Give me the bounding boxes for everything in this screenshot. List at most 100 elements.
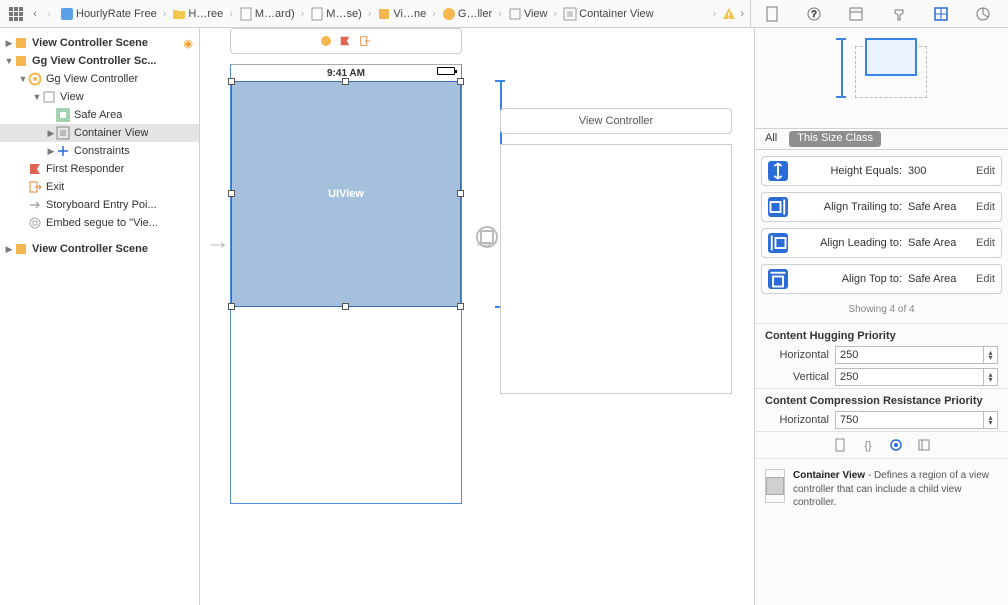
help-inspector-tab[interactable]: ? — [806, 6, 822, 22]
hugging-section-title: Content Hugging Priority — [755, 323, 1008, 344]
svg-text:?: ? — [812, 9, 817, 19]
folder-icon — [172, 7, 186, 21]
file-template-tab[interactable] — [833, 438, 847, 452]
container-view-icon — [56, 126, 70, 140]
compression-horizontal-row: Horizontal 750▴▾ — [755, 409, 1008, 431]
breadcrumb-2[interactable]: M…ard) — [235, 7, 299, 21]
identity-inspector-tab[interactable] — [848, 6, 864, 22]
top-constraint-icon — [768, 269, 788, 289]
tab-this-size-class[interactable]: This Size Class — [789, 131, 881, 147]
storyboard-icon — [239, 7, 253, 21]
breadcrumb-1[interactable]: H…ree — [168, 7, 227, 21]
scene-gg-viewcontroller[interactable]: 9:41 AM UIView — [230, 28, 462, 504]
compression-horizontal-field[interactable]: 750▴▾ — [835, 411, 998, 429]
inspector-tab-bar: ? — [750, 0, 1004, 27]
scene-title-label: View Controller — [579, 115, 653, 127]
breadcrumb-0[interactable]: HourlyRate Free — [56, 7, 161, 21]
stepper-icon[interactable]: ▴▾ — [983, 347, 997, 363]
breadcrumb-3[interactable]: M…se) — [306, 7, 365, 21]
storyboard-icon — [310, 7, 324, 21]
breadcrumb-5[interactable]: G…ller — [438, 7, 496, 21]
media-library-tab[interactable] — [917, 438, 931, 452]
code-snippet-tab[interactable]: {} — [861, 438, 875, 452]
scene-header[interactable] — [230, 28, 462, 54]
autoresizing-preview[interactable] — [755, 28, 1008, 128]
entrypoint-node[interactable]: Storyboard Entry Poi... — [0, 196, 199, 214]
root-view[interactable]: 9:41 AM UIView — [230, 64, 462, 504]
hugging-horizontal-row: Horizontal 250▴▾ — [755, 344, 1008, 366]
scene-node[interactable]: ▶ View Controller Scene ◉ — [0, 34, 199, 52]
viewcontroller-dot-icon — [321, 36, 331, 46]
help-title: Container View — [793, 470, 865, 481]
size-class-tabs[interactable]: All This Size Class — [755, 128, 1008, 150]
container-view-icon — [563, 7, 577, 21]
tab-all[interactable]: All — [755, 129, 787, 149]
constraints-node[interactable]: ▶ Constraints — [0, 142, 199, 160]
related-items-icon[interactable] — [8, 6, 24, 22]
entry-point-badge: ◉ — [183, 37, 193, 50]
safearea-icon — [56, 108, 70, 122]
breadcrumb-7[interactable]: Container View — [559, 7, 657, 21]
container-view-selected[interactable]: UIView — [231, 81, 461, 307]
scene-node[interactable]: ▶ View Controller Scene — [0, 240, 199, 258]
attributes-inspector-tab[interactable] — [891, 6, 907, 22]
constraints-count: Showing 4 of 4 — [755, 300, 1008, 323]
hugging-horizontal-field[interactable]: 250▴▾ — [835, 346, 998, 364]
project-icon — [60, 7, 74, 21]
storyboard-entry-arrow[interactable]: → — [206, 228, 230, 256]
scene-node[interactable]: ▼ Gg View Controller Sc... — [0, 52, 199, 70]
constraint-row[interactable]: Align Leading to: Safe Area Edit — [761, 228, 1002, 258]
document-outline[interactable]: ▶ View Controller Scene ◉ ▼ Gg View Cont… — [0, 28, 200, 605]
selection-label: UIView — [328, 188, 364, 200]
exit-icon — [28, 180, 42, 194]
compression-section-title: Content Compression Resistance Priority — [755, 388, 1008, 409]
stepper-icon[interactable]: ▴▾ — [983, 412, 997, 428]
object-help: Container View - Defines a region of a v… — [755, 459, 1008, 520]
arrow-right-icon — [28, 198, 42, 212]
view-icon — [508, 7, 522, 21]
edit-button[interactable]: Edit — [976, 165, 995, 177]
file-inspector-tab[interactable] — [764, 6, 780, 22]
constraint-row[interactable]: Height Equals: 300 Edit — [761, 156, 1002, 186]
firstresponder-node[interactable]: First Responder — [0, 160, 199, 178]
stepper-icon[interactable]: ▴▾ — [983, 369, 997, 385]
scene-header[interactable]: View Controller — [500, 108, 732, 134]
size-inspector-tab[interactable] — [933, 6, 949, 22]
breadcrumb-6[interactable]: View — [504, 7, 552, 21]
battery-icon — [437, 67, 455, 75]
warning-icon[interactable] — [722, 7, 736, 21]
constraint-row[interactable]: Align Trailing to: Safe Area Edit — [761, 192, 1002, 222]
embed-segue-icon — [28, 216, 42, 230]
back-button[interactable]: ‹ — [28, 8, 42, 20]
connections-inspector-tab[interactable] — [975, 6, 991, 22]
view-icon — [42, 90, 56, 104]
scene-icon — [14, 54, 28, 68]
edit-button[interactable]: Edit — [976, 201, 995, 213]
edit-button[interactable]: Edit — [976, 273, 995, 285]
constraints-list: Height Equals: 300 Edit Align Trailing t… — [755, 150, 1008, 300]
child-root-view[interactable] — [500, 144, 732, 394]
trailing-constraint-icon — [768, 197, 788, 217]
leading-constraint-icon — [768, 233, 788, 253]
interface-builder-canvas[interactable]: → 9:41 AM UIView — [200, 28, 754, 605]
forward-button[interactable]: › — [42, 8, 56, 20]
edit-button[interactable]: Edit — [976, 237, 995, 249]
exit-node[interactable]: Exit — [0, 178, 199, 196]
breadcrumb-4[interactable]: Vi…ne — [373, 7, 430, 21]
hugging-vertical-row: Vertical 250▴▾ — [755, 366, 1008, 388]
firstresponder-icon — [28, 162, 42, 176]
view-node[interactable]: ▼ View — [0, 88, 199, 106]
next-issue-button[interactable]: › — [740, 8, 744, 20]
hugging-vertical-field[interactable]: 250▴▾ — [835, 368, 998, 386]
containerview-node[interactable]: ▶ Container View — [0, 124, 199, 142]
safearea-node[interactable]: Safe Area — [0, 106, 199, 124]
status-time: 9:41 AM — [327, 68, 365, 79]
jump-bar: ‹ › HourlyRate Free › H…ree › M…ard) › M… — [0, 0, 1008, 28]
scene-child-viewcontroller[interactable]: View Controller — [500, 108, 732, 394]
viewcontroller-node[interactable]: ▼ Gg View Controller — [0, 70, 199, 88]
object-library-tab[interactable] — [889, 438, 903, 452]
segue-node[interactable]: Embed segue to "Vie... — [0, 214, 199, 232]
constraint-row[interactable]: Align Top to: Safe Area Edit — [761, 264, 1002, 294]
embed-segue-icon[interactable] — [476, 226, 498, 248]
scene-icon — [377, 7, 391, 21]
